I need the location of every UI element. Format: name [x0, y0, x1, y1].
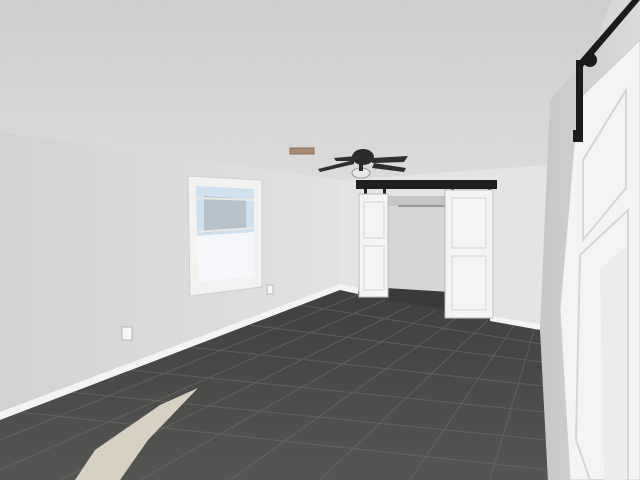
barn-door-track — [356, 180, 497, 189]
window — [187, 175, 263, 297]
barn-door-left[interactable] — [358, 193, 389, 298]
room-photo — [0, 0, 640, 480]
outlet-mid — [266, 284, 274, 295]
room-illustration — [0, 0, 640, 480]
outlet-left — [121, 326, 133, 341]
barn-door-right[interactable] — [444, 189, 494, 319]
closet — [386, 196, 450, 310]
ceiling-vent — [289, 147, 315, 155]
